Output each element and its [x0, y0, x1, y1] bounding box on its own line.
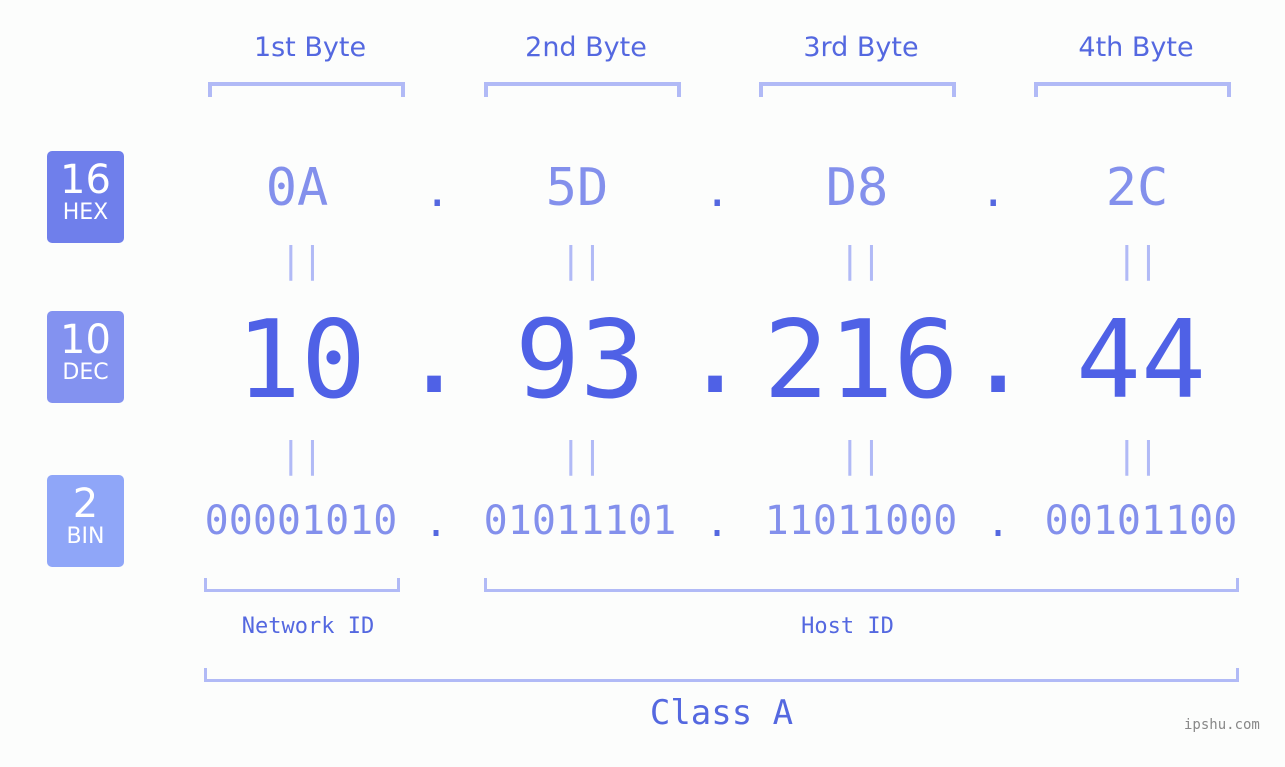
bin-dot-2: .: [705, 500, 730, 546]
dec-badge: 10 DEC: [47, 311, 124, 403]
equals-hex-dec-4: ||: [1116, 240, 1160, 281]
dec-value-2: 93: [514, 298, 646, 423]
bin-badge: 2 BIN: [47, 475, 124, 567]
byte-bracket-2: [484, 82, 681, 97]
byte-label-2: 2nd Byte: [525, 32, 647, 63]
dec-value-4: 44: [1075, 298, 1207, 423]
network-id-bracket: [204, 578, 400, 592]
dec-dot-1: .: [401, 290, 468, 418]
equals-dec-bin-4: ||: [1116, 435, 1160, 476]
equals-hex-dec-2: ||: [560, 240, 604, 281]
bin-dot-1: .: [424, 500, 449, 546]
byte-label-1: 1st Byte: [253, 32, 367, 63]
dec-base: 10: [60, 317, 111, 363]
byte-bracket-3: [759, 82, 956, 97]
class-bracket: [204, 668, 1239, 682]
bin-label: BIN: [66, 524, 105, 549]
hex-badge: 16 HEX: [47, 151, 124, 243]
dec-dot-2: .: [682, 290, 749, 418]
hex-base: 16: [60, 157, 111, 203]
bin-value-3: 11011000: [764, 498, 958, 544]
hex-dot-1: .: [424, 166, 451, 217]
byte-bracket-4: [1034, 82, 1231, 97]
hex-value-2: 5D: [545, 158, 609, 218]
byte-bracket-1: [208, 82, 405, 97]
bin-base: 2: [72, 481, 99, 527]
dec-label: DEC: [62, 360, 109, 385]
hex-value-1: 0A: [265, 158, 329, 218]
equals-hex-dec-3: ||: [839, 240, 883, 281]
bin-dot-3: .: [986, 500, 1011, 546]
dec-dot-3: .: [965, 290, 1032, 418]
dec-value-3: 216: [763, 298, 959, 423]
hex-dot-3: .: [980, 166, 1007, 217]
hex-dot-2: .: [704, 166, 731, 217]
bin-value-2: 01011101: [483, 498, 677, 544]
equals-hex-dec-1: ||: [280, 240, 324, 281]
hex-value-3: D8: [825, 158, 889, 218]
hex-label: HEX: [62, 200, 109, 225]
equals-dec-bin-2: ||: [560, 435, 604, 476]
bin-value-4: 00101100: [1044, 498, 1238, 544]
dec-value-1: 10: [235, 298, 367, 423]
class-label: Class A: [649, 693, 794, 733]
bin-value-1: 00001010: [204, 498, 398, 544]
hex-value-4: 2C: [1105, 158, 1169, 218]
byte-label-3: 3rd Byte: [803, 32, 919, 63]
host-id-label: Host ID: [801, 614, 894, 639]
network-id-label: Network ID: [241, 614, 375, 639]
equals-dec-bin-3: ||: [839, 435, 883, 476]
equals-dec-bin-1: ||: [280, 435, 324, 476]
watermark: ipshu.com: [1184, 717, 1260, 733]
host-id-bracket: [484, 578, 1239, 592]
byte-label-4: 4th Byte: [1078, 32, 1194, 63]
